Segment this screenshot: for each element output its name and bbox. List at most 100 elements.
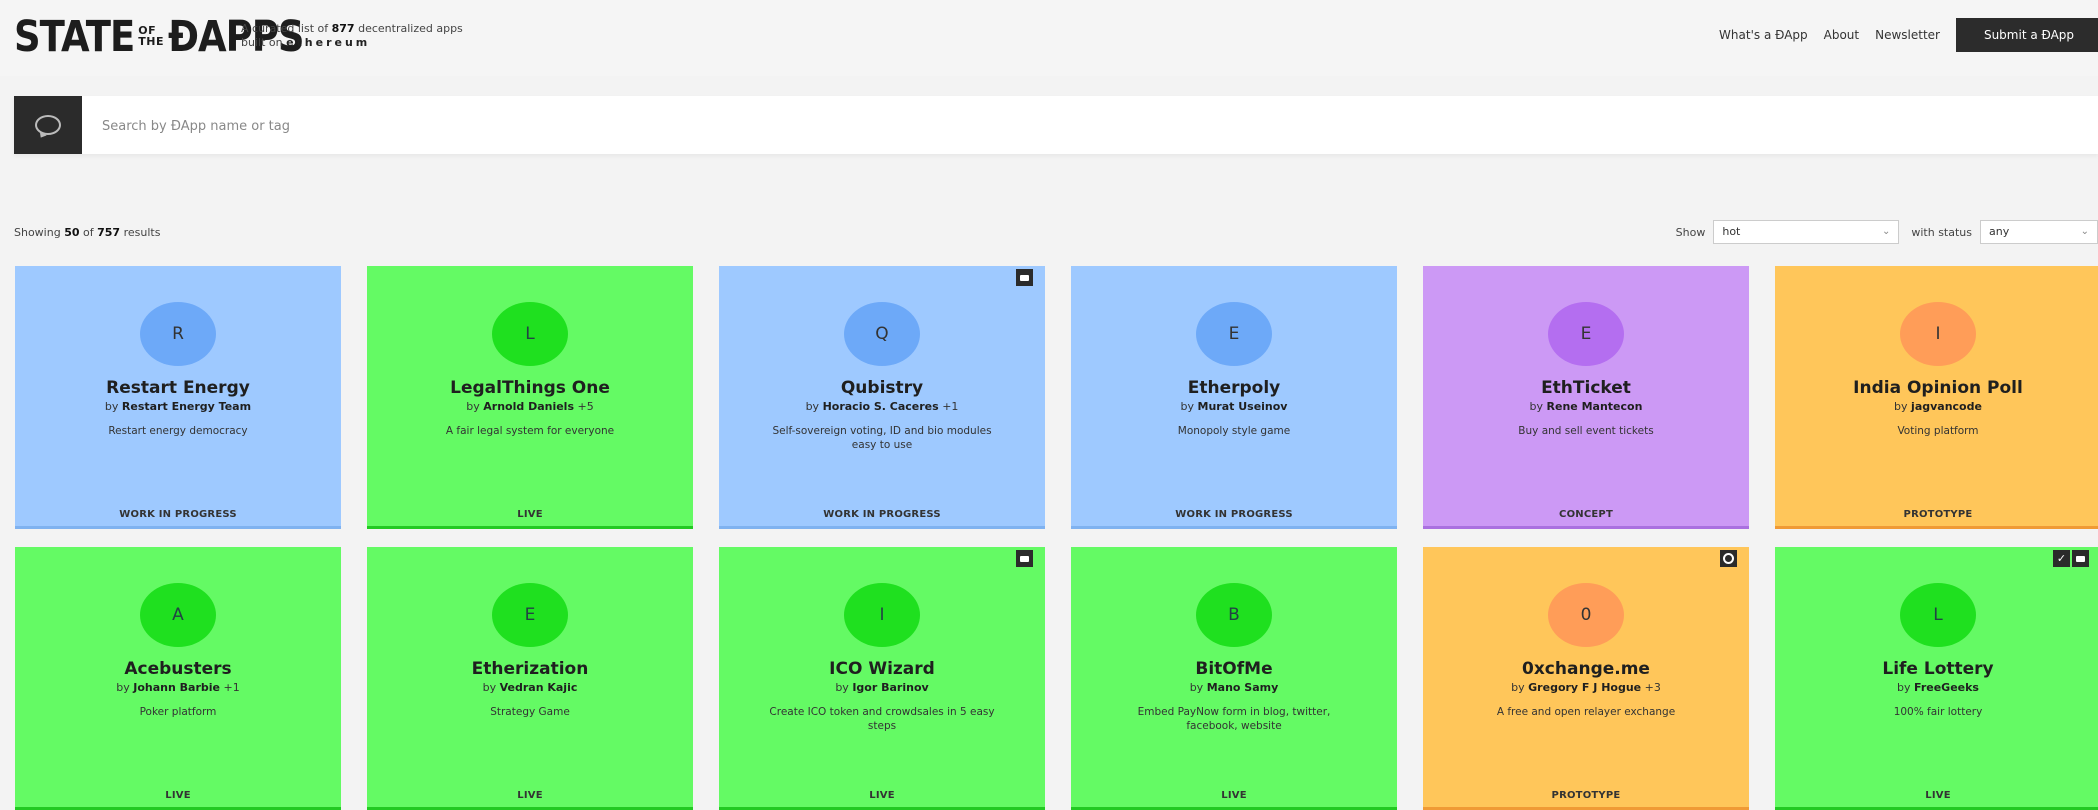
results-count: Showing 50 of 757 results bbox=[14, 226, 160, 239]
tagline-chain: ethereum bbox=[286, 36, 371, 49]
dapp-name: BitOfMe bbox=[1195, 659, 1273, 679]
dapp-status: PROTOTYPE bbox=[1551, 790, 1621, 801]
dapp-avatar: A bbox=[140, 583, 216, 647]
search-input[interactable] bbox=[100, 96, 1804, 156]
dapp-author-line: by Mano Samy bbox=[1071, 681, 1397, 694]
tagline-prefix: A curated list of bbox=[241, 22, 329, 35]
by-label: by bbox=[482, 681, 497, 694]
top-nav: What's a ÐApp About Newsletter Submit a … bbox=[1719, 18, 2098, 52]
bookmark-icon bbox=[1016, 269, 1033, 286]
dapp-avatar: 0 bbox=[1548, 583, 1624, 647]
by-label: by bbox=[466, 400, 480, 413]
dapp-avatar: B bbox=[1196, 583, 1272, 647]
dapp-card[interactable]: 0 0xchange.me by Gregory F J Hogue +3 A fre… bbox=[1423, 547, 1749, 810]
dapp-avatar: I bbox=[1900, 302, 1976, 366]
logo-word-state: STATE bbox=[14, 11, 135, 61]
dapp-status: LIVE bbox=[1221, 790, 1247, 801]
dapp-status: LIVE bbox=[517, 509, 543, 520]
card-badges bbox=[1014, 550, 1033, 567]
results-filters: Show hot ⌄ with status any ⌄ bbox=[1676, 220, 2098, 244]
by-label: by bbox=[104, 400, 119, 413]
dapp-author-line: by Rene Mantecon bbox=[1423, 400, 1749, 413]
dapp-name: EthTicket bbox=[1541, 378, 1631, 398]
dapp-description: Buy and sell event tickets bbox=[1518, 425, 1654, 437]
by-label: by bbox=[1894, 400, 1908, 413]
dapp-name: Qubistry bbox=[840, 378, 924, 398]
dapp-author: Gregory F J Hogue bbox=[1528, 681, 1642, 694]
dapp-author-line: by Igor Barinov bbox=[719, 681, 1045, 694]
dapp-name: India Opinion Poll bbox=[1853, 378, 2023, 398]
status-select[interactable]: any ⌄ bbox=[1980, 220, 2098, 244]
dapp-status: LIVE bbox=[165, 790, 191, 801]
dapp-author: Horacio S. Caceres bbox=[822, 400, 939, 413]
dapp-card[interactable]: A Acebusters by Johann Barbie +1 Poker plat… bbox=[15, 547, 341, 810]
nav-about[interactable]: About bbox=[1824, 28, 1859, 42]
dapp-description: 100% fair lottery bbox=[1893, 706, 1983, 718]
dapp-name: Life Lottery bbox=[1882, 659, 1994, 679]
by-label: by bbox=[835, 681, 849, 694]
dapp-author: Rene Mantecon bbox=[1546, 400, 1643, 413]
dapp-name: Restart Energy bbox=[106, 378, 250, 398]
dapp-author-line: by jagvancode bbox=[1775, 400, 2098, 413]
dapp-card[interactable]: E Etherpoly by Murat Useinov Monopoly styl… bbox=[1071, 266, 1397, 529]
nav-whats-a-dapp[interactable]: What's a ÐApp bbox=[1719, 28, 1808, 42]
dapp-author: Restart Energy Team bbox=[121, 400, 252, 413]
dapp-card[interactable]: Q Qubistry by Horacio S. Caceres +1 Self-so… bbox=[719, 266, 1045, 529]
dapp-description: Embed PayNow form in blog, twitter, face… bbox=[1137, 706, 1331, 732]
logo-small-words: OF THE bbox=[138, 25, 164, 47]
by-label: by bbox=[1189, 681, 1204, 694]
dapp-author-extra: +1 bbox=[223, 681, 240, 694]
dapp-card[interactable]: ✓ L Life Lottery by FreeGeeks 100% fair lot… bbox=[1775, 547, 2098, 810]
dapp-card[interactable]: I India Opinion Poll by jagvancode Voting … bbox=[1775, 266, 2098, 529]
chat-bubble-icon bbox=[35, 115, 61, 135]
submit-dapp-button[interactable]: Submit a ÐApp bbox=[1956, 18, 2098, 52]
card-badges bbox=[1718, 550, 1737, 567]
tagline-line2-prefix: built on bbox=[241, 36, 283, 49]
dapp-status: PROTOTYPE bbox=[1903, 509, 1973, 520]
dapp-author: jagvancode bbox=[1911, 400, 1982, 413]
dapp-description: Voting platform bbox=[1897, 425, 1979, 437]
bookmark-icon bbox=[1016, 550, 1033, 567]
dapp-card[interactable]: I ICO Wizard by Igor Barinov Create ICO to… bbox=[719, 547, 1045, 810]
dapp-description: A free and open relayer exchange bbox=[1496, 706, 1676, 718]
top-header: STATE OF THE ÐAPPS A curated list of 877… bbox=[0, 0, 2098, 76]
tagline-suffix: decentralized apps bbox=[358, 22, 463, 35]
dapp-card[interactable]: E EthTicket by Rene Mantecon Buy and sell … bbox=[1423, 266, 1749, 529]
dapp-description: Create ICO token and crowdsales in 5 eas… bbox=[769, 706, 995, 732]
site-tagline: A curated list of 877 decentralized apps… bbox=[241, 22, 463, 50]
dapp-name: ICO Wizard bbox=[829, 659, 935, 679]
sort-select[interactable]: hot ⌄ bbox=[1713, 220, 1900, 244]
by-label: by bbox=[1180, 400, 1195, 413]
dapp-card[interactable]: L LegalThings One by Arnold Daniels +5 A fa… bbox=[367, 266, 693, 529]
search-button[interactable] bbox=[14, 96, 82, 154]
tagline-count: 877 bbox=[331, 22, 355, 35]
dapp-card[interactable]: E Etherization by Vedran Kajic Strategy Ga… bbox=[367, 547, 693, 810]
dapp-author-line: by Restart Energy Team bbox=[15, 400, 341, 413]
showing-prefix: Showing bbox=[14, 226, 61, 239]
dapp-grid: R Restart Energy by Restart Energy Team Re… bbox=[15, 266, 2098, 810]
ring-icon bbox=[1720, 550, 1737, 567]
dapp-avatar: Q bbox=[844, 302, 920, 366]
status-label: with status bbox=[1911, 225, 1972, 239]
dapp-status: WORK IN PROGRESS bbox=[1175, 509, 1293, 520]
bookmark-icon bbox=[2072, 550, 2089, 567]
dapp-name: LegalThings One bbox=[450, 378, 610, 398]
logo-word-the: THE bbox=[138, 35, 165, 48]
sort-value: hot bbox=[1722, 225, 1741, 238]
dapp-author-line: by Gregory F J Hogue +3 bbox=[1423, 681, 1749, 694]
dapp-author-extra: +3 bbox=[1644, 681, 1661, 694]
dapp-author-extra: +1 bbox=[942, 400, 959, 413]
dapp-name: Etherpoly bbox=[1187, 378, 1281, 398]
chevron-down-icon: ⌄ bbox=[2080, 226, 2089, 237]
dapp-description: Monopoly style game bbox=[1177, 425, 1291, 437]
dapp-name: Acebusters bbox=[124, 659, 232, 679]
dapp-author: FreeGeeks bbox=[1914, 681, 1979, 694]
dapp-avatar: E bbox=[1548, 302, 1624, 366]
nav-newsletter[interactable]: Newsletter bbox=[1875, 28, 1940, 42]
dapp-card[interactable]: B BitOfMe by Mano Samy Embed PayNow form i… bbox=[1071, 547, 1397, 810]
dapp-author-extra: +5 bbox=[577, 400, 594, 413]
dapp-card[interactable]: R Restart Energy by Restart Energy Team Re… bbox=[15, 266, 341, 529]
dapp-description: A fair legal system for everyone bbox=[445, 425, 615, 437]
dapp-avatar: L bbox=[492, 302, 568, 366]
dapp-avatar: L bbox=[1900, 583, 1976, 647]
